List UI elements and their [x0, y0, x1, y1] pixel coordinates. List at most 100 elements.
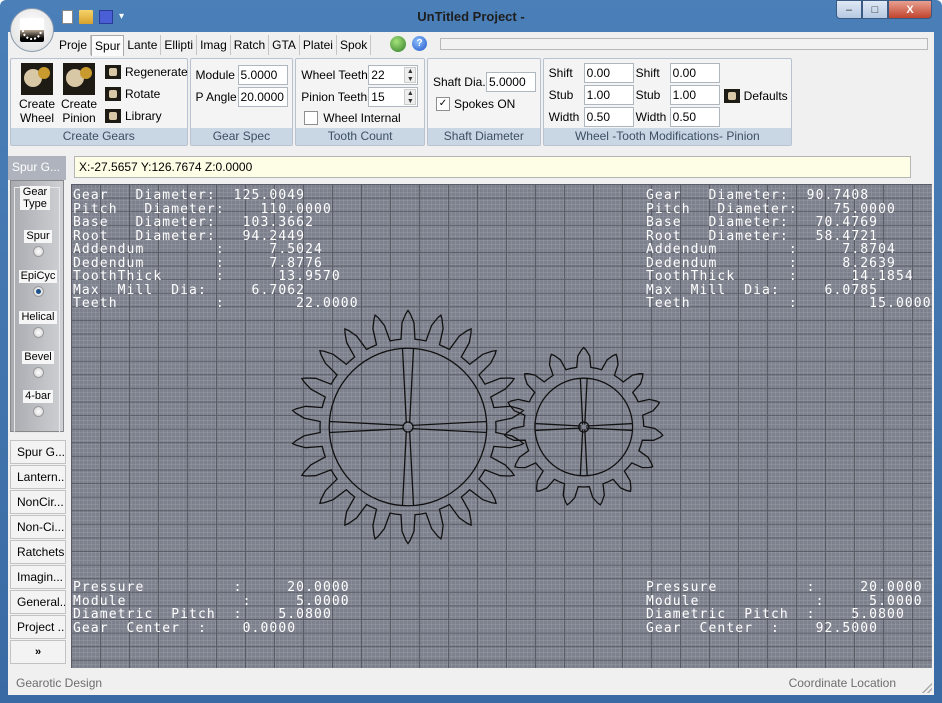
tab-image[interactable]: Imag	[197, 35, 231, 55]
rotate-button[interactable]: Rotate	[105, 85, 160, 103]
pinion-info-line: Root Diameter: 58.4721	[646, 228, 879, 244]
pinion-info-line: Teeth : 15.0000	[646, 296, 932, 311]
gear-type-spur[interactable]: Spur	[15, 228, 61, 257]
gear-type-epicyc[interactable]: EpiCyc	[15, 268, 61, 297]
tab-plate[interactable]: Platei	[300, 35, 337, 55]
module-input[interactable]: 5.0000	[237, 65, 288, 85]
tab-spur[interactable]: Spur	[91, 35, 125, 56]
nav-non-circular[interactable]: Non-Ci...	[10, 515, 66, 539]
wheel-footer-line: Gear Center : 0.0000	[73, 620, 297, 636]
gear-drawing-canvas[interactable]: Gear Diameter: 125.0049 Pitch Diameter: 1…	[71, 184, 932, 668]
library-button[interactable]: Library	[105, 107, 162, 125]
nav-imaging[interactable]: Imagin...	[10, 565, 66, 589]
defaults-button[interactable]: Defaults	[723, 87, 788, 105]
create-pinion-button[interactable]: Create Pinion	[59, 63, 99, 125]
wheel-footer-line: Diametric Pitch : 5.0800	[73, 607, 332, 622]
wheel-info-line: Base Diameter: 103.3662	[73, 215, 315, 230]
radio-button[interactable]	[32, 327, 44, 338]
regenerate-label: Regenerate	[125, 65, 188, 79]
spin-updown-icon[interactable]: ▲ ▼	[404, 67, 417, 83]
wheel-info-line: ToothThick : 13.9570	[73, 269, 341, 284]
wheel-info-line: Root Diameter: 94.2449	[73, 228, 306, 244]
client-area: Proje Spur Lante Ellipti Imag Ratch GTA …	[8, 32, 934, 695]
tab-gta[interactable]: GTA	[269, 35, 300, 55]
tab-project[interactable]: Proje	[56, 35, 92, 55]
ribbon-tab-row: Proje Spur Lante Ellipti Imag Ratch GTA …	[8, 32, 934, 56]
pinion-spoke	[534, 422, 582, 432]
pinion-shift-input[interactable]: 0.00	[669, 63, 720, 83]
nav-noncircular[interactable]: NonCir...	[10, 490, 66, 514]
gearotic-logo-icon	[20, 18, 44, 42]
module-label: Module	[195, 68, 235, 82]
gear-type-4bar[interactable]: 4-bar	[15, 388, 61, 417]
pinion-rim-circle	[534, 377, 634, 477]
pinion-stub-input[interactable]: 1.00	[669, 85, 720, 105]
nav-lantern[interactable]: Lantern...	[10, 465, 66, 489]
wheel-teeth-spinner[interactable]: 22 ▲ ▼	[368, 65, 419, 85]
gear-type-helical[interactable]: Helical	[15, 309, 61, 338]
wheel-shift-input[interactable]: 0.00	[583, 63, 634, 83]
spokes-on-checkbox[interactable]: ✓	[435, 97, 450, 111]
pinion-width-input[interactable]: 0.50	[669, 107, 720, 127]
defaults-icon	[723, 89, 740, 103]
radio-button[interactable]	[32, 367, 44, 378]
gear-type-bevel[interactable]: Bevel	[15, 349, 61, 378]
wheel-rim-circle	[328, 347, 488, 507]
tab-ratchet[interactable]: Ratch	[231, 35, 270, 55]
group-tooth-count: Wheel Teeth 22 ▲ ▼ Pinion Teeth 15 ▲ ▼ Whe…	[295, 58, 425, 146]
nav-more-chevron-icon[interactable]: »	[10, 640, 66, 664]
wheel-stub-input[interactable]: 1.00	[583, 85, 634, 105]
wheel-width-input[interactable]: 0.50	[583, 107, 634, 127]
pinion-info-line: Gear Diameter: 90.7408	[646, 188, 870, 203]
spin-updown-icon[interactable]: ▲ ▼	[404, 89, 417, 105]
nav-project[interactable]: Project ...	[10, 615, 66, 639]
status-bar: Gearotic Design Coordinate Location	[8, 672, 934, 695]
close-button[interactable]: X	[888, 0, 932, 19]
rotate-label: Rotate	[125, 87, 161, 101]
web-link-icon[interactable]	[390, 36, 406, 52]
nav-spur-gears[interactable]: Spur G...	[10, 440, 66, 464]
radio-button[interactable]	[32, 406, 44, 417]
pinion-info-line: Base Diameter: 70.4769	[646, 215, 879, 230]
wheel-info-line: Addendum : 7.5024	[73, 242, 323, 257]
radio-button[interactable]	[32, 246, 44, 257]
minimize-button[interactable]: –	[836, 0, 862, 19]
pressure-angle-input[interactable]: 20.0000	[237, 87, 288, 107]
resize-grip-icon[interactable]	[922, 683, 932, 693]
tab-lantern[interactable]: Lante	[124, 35, 162, 55]
create-wheel-label: Create Wheel	[18, 97, 56, 125]
tab-elliptical[interactable]: Ellipti	[161, 35, 198, 55]
pinion-info-line: Addendum : 7.8704	[646, 242, 896, 257]
pinion-footer-line: Module : 5.0000	[646, 593, 923, 609]
app-window: ▾ UnTitled Project - – □ X Proje Spur La…	[0, 0, 942, 703]
pinion-info-text: Gear Diameter: 90.7408 Pitch Diameter: 75…	[646, 189, 932, 311]
pinion-footer-line: Diametric Pitch : 5.0800	[646, 607, 905, 622]
regenerate-button[interactable]: Regenerate	[105, 63, 188, 81]
pinion-teeth-spinner[interactable]: 15 ▲ ▼	[368, 87, 419, 107]
pressure-angle-label: P Angle	[195, 90, 237, 104]
create-pinion-label: Create Pinion	[60, 97, 98, 125]
gear-pair-icon	[21, 63, 53, 95]
wheel-info-line: Gear Diameter: 125.0049	[73, 188, 306, 203]
group-label: Gear Spec	[190, 128, 293, 145]
library-icon	[105, 109, 121, 123]
library-label: Library	[125, 109, 162, 123]
wheel-footer-text: Pressure : 20.0000 Module : 5.0000 Diametr…	[73, 581, 350, 635]
create-wheel-button[interactable]: Create Wheel	[17, 63, 57, 125]
wheel-internal-checkbox[interactable]	[304, 111, 319, 125]
pinion-gear-outline	[503, 346, 664, 506]
maximize-button[interactable]: □	[862, 0, 888, 19]
wheel-teeth-value: 22	[371, 68, 385, 82]
help-icon[interactable]: ?	[412, 36, 427, 51]
radio-button[interactable]	[32, 286, 44, 297]
application-menu-button[interactable]	[10, 8, 54, 52]
progress-bar	[440, 38, 928, 50]
nav-ratchets[interactable]: Ratchets	[10, 540, 66, 564]
ribbon: Create Wheel Create Pinion Regenerate Ro…	[10, 58, 794, 146]
wheel-footer-line: Module : 5.0000	[73, 593, 350, 609]
group-label: Tooth Count	[296, 128, 424, 145]
nav-general[interactable]: General...	[10, 590, 66, 614]
shaft-dia-input[interactable]: 5.0000	[485, 72, 536, 92]
tab-spokes[interactable]: Spok	[337, 35, 372, 55]
group-label: Wheel -Tooth Modifications- Pinion	[543, 128, 792, 145]
